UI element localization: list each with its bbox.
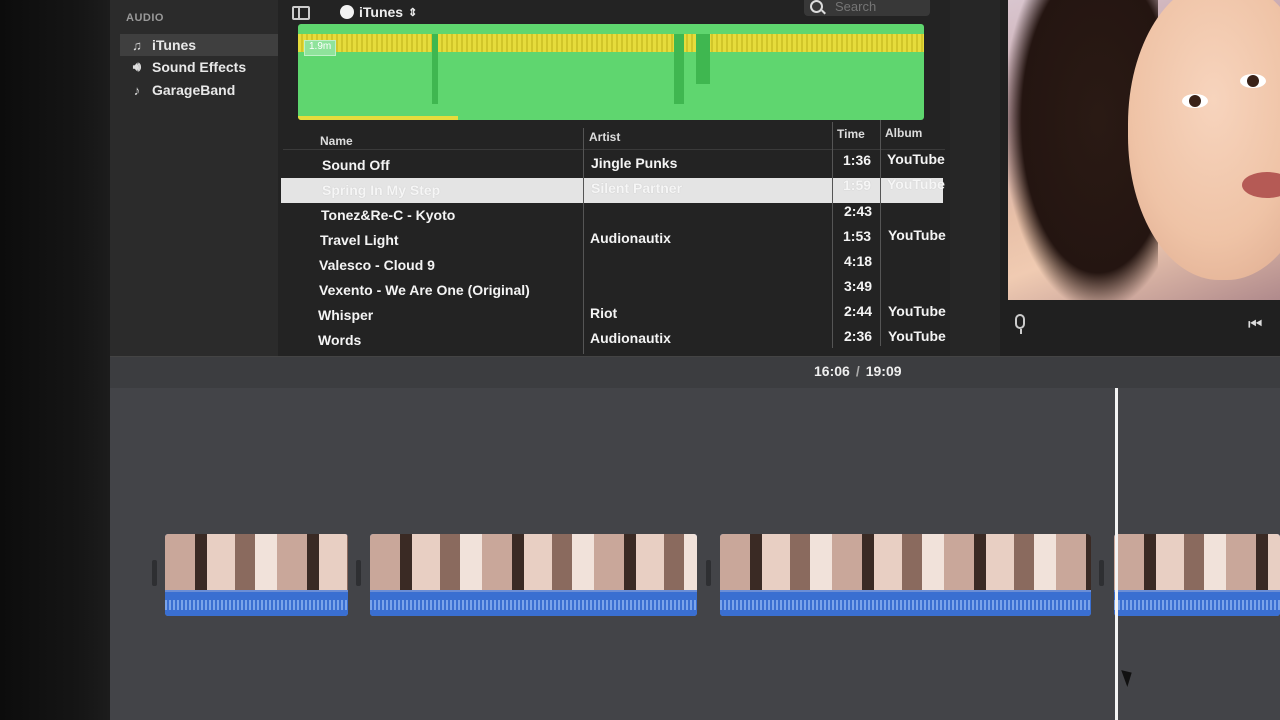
clip-audio-waveform (720, 592, 1091, 616)
column-header-artist[interactable]: Artist (589, 130, 620, 144)
clip-thumbnails (1114, 534, 1280, 590)
clip-thumbnails (165, 534, 348, 590)
song-album: YouTube (888, 328, 946, 344)
current-time: 16:06 (814, 363, 850, 379)
video-clip[interactable] (165, 534, 348, 616)
song-name: Sound Off (322, 157, 390, 173)
guitar-icon: ♪ (133, 82, 141, 98)
column-header-album[interactable]: Album (885, 126, 922, 140)
clip-thumbnails (720, 534, 1091, 590)
table-row[interactable]: Sound Off Jingle Punks 1:36 YouTube (281, 151, 945, 178)
song-time: 1:59 (843, 177, 872, 193)
audio-sidebar: AUDIO ♫ iTunes 🔊︎ Sound Effects ♪ Garage… (110, 0, 282, 356)
song-name: Travel Light (320, 232, 399, 248)
clip-audio-waveform (165, 592, 348, 616)
sidebar-item-label: Sound Effects (152, 59, 247, 75)
audio-waveform-preview[interactable]: 1.9m (298, 24, 924, 120)
microphone-icon[interactable] (1014, 314, 1030, 338)
song-name: Vexento - We Are One (Original) (319, 282, 530, 298)
song-time: 2:43 (844, 203, 873, 219)
column-header-name[interactable]: Name (320, 134, 353, 148)
preview-eye (1182, 94, 1208, 108)
song-album: YouTube (887, 176, 945, 192)
column-divider (583, 128, 584, 354)
sidebar-item-sound-effects[interactable]: 🔊︎ Sound Effects (120, 56, 282, 78)
time-separator: / (855, 363, 860, 379)
table-row[interactable]: Vexento - We Are One (Original) 3:49 (281, 278, 943, 303)
song-time: 2:36 (844, 328, 873, 344)
video-clip[interactable] (1114, 534, 1280, 616)
clip-transition[interactable] (706, 560, 711, 586)
table-row[interactable]: Whisper Riot 2:44 YouTube (281, 303, 946, 328)
waveform-dip (432, 34, 438, 104)
clip-transition[interactable] (1099, 560, 1104, 586)
sidebar-toggle-icon[interactable] (292, 6, 310, 20)
song-time: 3:49 (844, 278, 873, 294)
sidebar-item-label: iTunes (152, 37, 197, 53)
sidebar-item-itunes[interactable]: ♫ iTunes (120, 34, 282, 56)
table-row[interactable]: Tonez&Re-C - Kyoto 2:43 (281, 203, 943, 228)
song-album: YouTube (888, 227, 946, 243)
waveform-dip (674, 34, 684, 104)
column-divider (832, 122, 833, 348)
table-row[interactable]: Words Audionautix 2:36 YouTube (281, 328, 946, 353)
column-header-time[interactable]: Time (837, 127, 865, 141)
playhead[interactable] (1115, 388, 1118, 720)
song-time: 1:53 (843, 228, 872, 244)
header-divider (283, 149, 945, 150)
search-input[interactable] (833, 0, 917, 15)
search-icon (810, 0, 823, 13)
song-album: YouTube (888, 303, 946, 319)
song-artist: Audionautix (590, 330, 671, 346)
skip-back-icon[interactable]: ⏮︎ (1248, 316, 1262, 334)
song-table-header: Name Artist Time Album (283, 126, 945, 148)
sidebar-item-garageband[interactable]: ♪ GarageBand (120, 79, 282, 101)
song-album: YouTube (887, 151, 945, 167)
waveform-length-label: 1.9m (304, 40, 337, 56)
clip-audio-waveform (1114, 592, 1280, 616)
video-clip[interactable] (370, 534, 697, 616)
song-time: 1:36 (843, 152, 872, 168)
total-time: 19:09 (865, 363, 902, 379)
song-artist: Audionautix (590, 230, 671, 246)
sidebar-item-label: GarageBand (152, 82, 236, 98)
search-field[interactable] (804, 0, 930, 16)
song-name: Tonez&Re-C - Kyoto (321, 207, 456, 223)
clip-thumbnails (370, 534, 697, 590)
timeline-toolbar (110, 356, 1280, 389)
song-name: Spring In My Step (322, 182, 441, 198)
chevron-updown-icon: ⇕ (408, 6, 418, 19)
clip-transition[interactable] (356, 560, 361, 586)
monitor-bezel (0, 0, 110, 720)
waveform-progress (298, 116, 458, 120)
library-selector[interactable]: iTunes ⇕ (340, 4, 417, 20)
video-preview[interactable] (1008, 0, 1280, 300)
library-selector-label: iTunes (359, 4, 404, 20)
table-row[interactable]: Travel Light Audionautix 1:53 YouTube (281, 227, 946, 253)
table-row-selected[interactable]: Spring In My Step Silent Partner 1:59 Yo… (281, 176, 945, 203)
song-time: 2:44 (844, 303, 873, 319)
song-name: Valesco - Cloud 9 (319, 257, 435, 273)
song-name: Whisper (318, 307, 374, 323)
column-divider (880, 120, 881, 346)
clip-transition[interactable] (152, 560, 157, 586)
song-artist: Silent Partner (591, 180, 683, 196)
waveform-peaks (298, 34, 924, 52)
speaker-icon: 🔊︎ (132, 59, 142, 74)
itunes-icon (340, 5, 354, 19)
table-row[interactable]: Valesco - Cloud 9 4:18 (281, 253, 943, 278)
sidebar-header: AUDIO (126, 12, 164, 24)
timecode-display: 16:06 / 19:09 (814, 363, 902, 379)
song-time: 4:18 (844, 253, 873, 269)
waveform-dip (696, 34, 710, 84)
video-clip[interactable] (720, 534, 1091, 616)
song-artist: Jingle Punks (591, 155, 678, 171)
clip-audio-waveform (370, 592, 697, 616)
preview-eye (1240, 74, 1266, 88)
music-note-icon: ♫ (132, 37, 142, 53)
song-artist: Riot (590, 305, 618, 321)
song-name: Words (318, 332, 362, 348)
